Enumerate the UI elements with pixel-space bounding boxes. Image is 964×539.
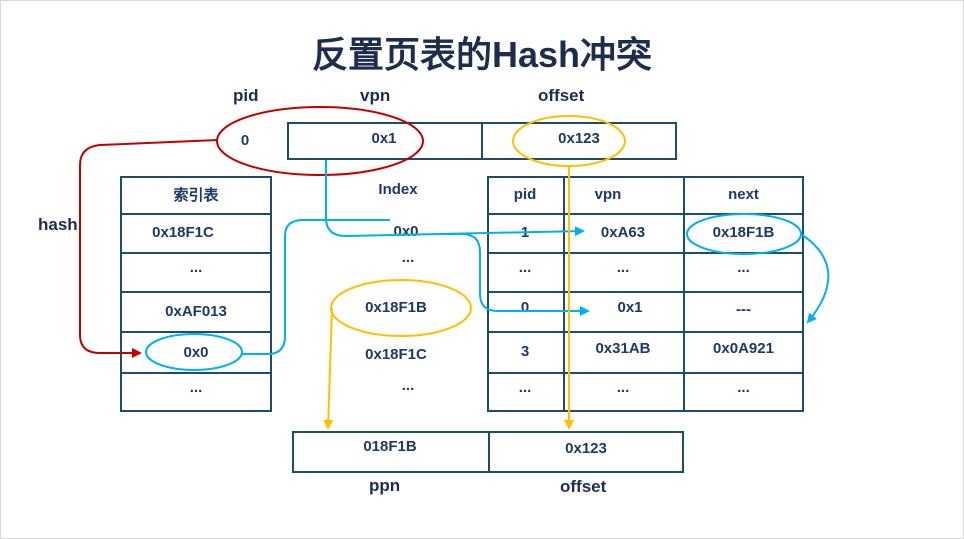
- index-zero-ellipse: [145, 333, 243, 371]
- index-to-column-arrow: [242, 219, 390, 355]
- hash-ellipse: [216, 106, 424, 176]
- next-ellipse: [686, 213, 802, 255]
- diagram-overlay: [79, 106, 830, 430]
- chain-to-row-arrow: [436, 233, 590, 316]
- index-18f1b-ellipse: [330, 279, 472, 337]
- hash-arrow: [79, 139, 219, 358]
- index-to-ppn-arrow: [323, 307, 334, 430]
- next-pointer-arrow: [800, 233, 830, 324]
- offset-ellipse: [512, 115, 626, 167]
